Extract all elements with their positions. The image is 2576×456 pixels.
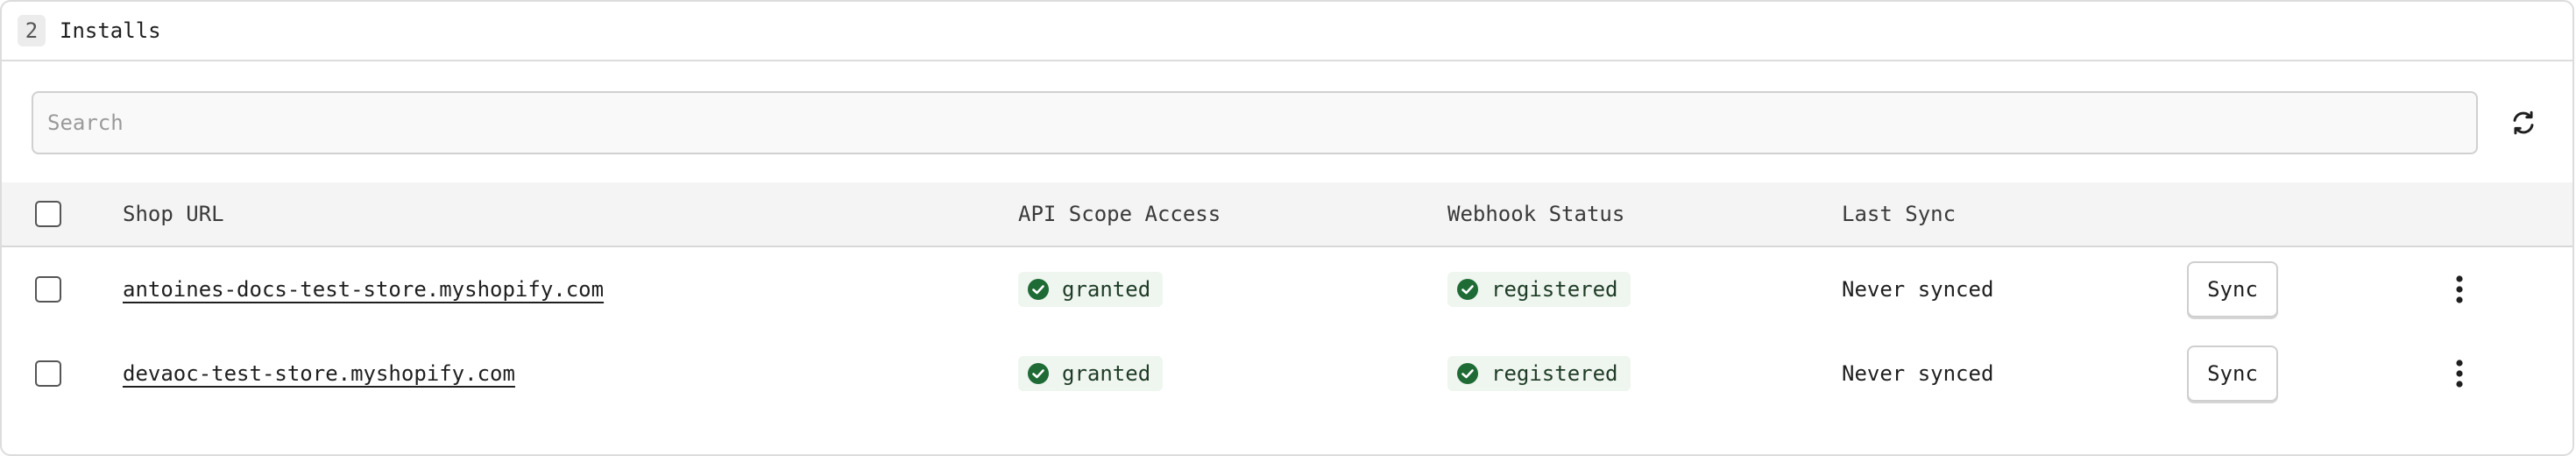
column-header-last-sync: Last Sync [1842, 202, 1957, 226]
installs-panel: 2 Installs Shop URL API Scope Access Web… [0, 0, 2574, 456]
table-header: Shop URL API Scope Access Webhook Status… [2, 182, 2572, 247]
shop-url-link[interactable]: antoines-docs-test-store.myshopify.com [123, 277, 604, 302]
check-circle-icon [1456, 278, 1479, 301]
refresh-button[interactable] [2504, 103, 2543, 142]
webhook-status-badge: registered [1447, 356, 1631, 391]
page-title: Installs [60, 18, 161, 43]
kebab-menu-icon [2456, 360, 2463, 388]
search-input[interactable] [32, 91, 2478, 154]
row-checkbox[interactable] [35, 276, 61, 303]
table-row: devaoc-test-store.myshopify.com granted … [2, 331, 2572, 416]
api-scope-label: granted [1062, 277, 1151, 302]
more-actions-button[interactable] [2446, 356, 2473, 391]
table-row: antoines-docs-test-store.myshopify.com g… [2, 247, 2572, 331]
last-sync-value: Never synced [1842, 361, 1994, 386]
webhook-status-badge: registered [1447, 272, 1631, 307]
check-circle-icon [1027, 362, 1050, 385]
column-header-webhook-status: Webhook Status [1447, 202, 1625, 226]
last-sync-value: Never synced [1842, 277, 1994, 302]
webhook-status-label: registered [1491, 277, 1618, 302]
api-scope-label: granted [1062, 361, 1151, 386]
sync-button[interactable]: Sync [2187, 346, 2278, 402]
count-badge: 2 [18, 15, 46, 46]
panel-header: 2 Installs [2, 2, 2572, 61]
api-scope-badge: granted [1018, 356, 1164, 391]
kebab-menu-icon [2456, 275, 2463, 303]
api-scope-badge: granted [1018, 272, 1164, 307]
column-header-api-scope: API Scope Access [1018, 202, 1221, 226]
check-circle-icon [1456, 362, 1479, 385]
more-actions-button[interactable] [2446, 272, 2473, 307]
select-all-checkbox[interactable] [35, 201, 61, 227]
check-circle-icon [1027, 278, 1050, 301]
sync-button[interactable]: Sync [2187, 261, 2278, 317]
webhook-status-label: registered [1491, 361, 1618, 386]
refresh-icon [2513, 110, 2534, 135]
row-checkbox[interactable] [35, 360, 61, 387]
shop-url-link[interactable]: devaoc-test-store.myshopify.com [123, 361, 515, 386]
column-header-shop-url: Shop URL [123, 202, 224, 226]
